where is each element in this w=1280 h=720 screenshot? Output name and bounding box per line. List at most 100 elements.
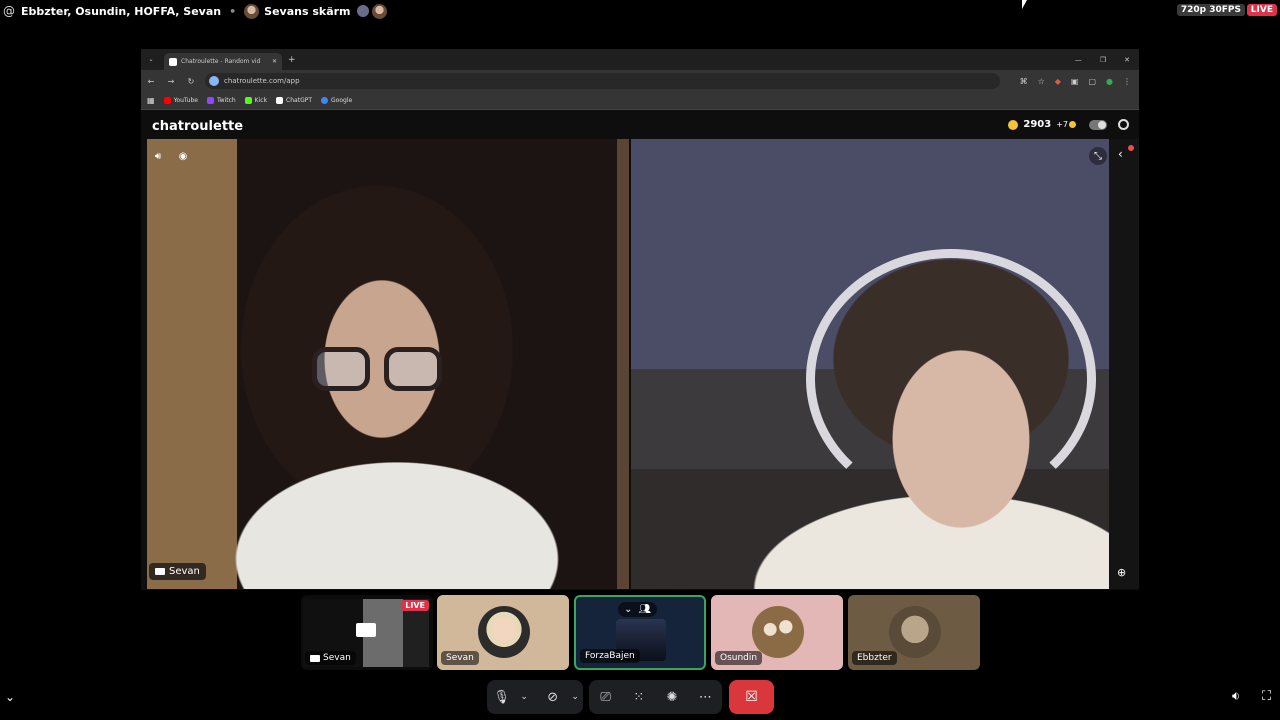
notification-dot: [1128, 145, 1134, 151]
microphone-icon[interactable]: 🎙︎: [487, 682, 516, 712]
tile-label: Osundin: [715, 651, 763, 665]
monitor-icon: [356, 623, 376, 637]
video-person-headphones: [806, 249, 1096, 509]
more-options-icon[interactable]: ⋯: [690, 682, 720, 712]
browser-tab[interactable]: Chatroulette - Random vid ✕: [164, 53, 282, 70]
emoji-icon: [356, 5, 369, 17]
leave-call-button[interactable]: ☒: [729, 680, 774, 714]
extension-icon[interactable]: ▣: [1071, 77, 1079, 86]
call-header: @ Ebbzter, Osundin, HOFFA, Sevan • Sevan…: [0, 0, 1280, 22]
window-controls: — ❐ ✕: [1075, 56, 1130, 64]
participant-tile-forzabajen[interactable]: ⌄ 👥︎ ForzaBajen: [574, 595, 706, 670]
header-emoji-icons: [356, 3, 387, 19]
avatar: [889, 606, 941, 658]
soundboard-icon[interactable]: ✺: [657, 682, 687, 712]
chevron-left-icon[interactable]: ‹: [1118, 147, 1123, 161]
chevron-down-icon[interactable]: ⌄: [624, 604, 632, 615]
stranger-video: ⤡ ⌕: [631, 139, 1109, 589]
at-icon: @: [3, 4, 15, 18]
new-tab-button[interactable]: +: [288, 55, 296, 65]
live-badge: LIVE: [1246, 4, 1277, 16]
participant-tile-sevan[interactable]: Sevan: [437, 595, 569, 670]
separator: •: [229, 4, 237, 18]
account-icon[interactable]: [1118, 119, 1129, 130]
url-text: chatroulette.com/app: [224, 77, 300, 85]
participant-tile-sevan-screen[interactable]: LIVE Sevan: [301, 595, 433, 670]
participant-names: Ebbzter, Osundin, HOFFA, Sevan: [21, 4, 222, 18]
call-controls: 🎙︎ ⌄ ⊘ ⌄ ⎚ ⁙ ✺ ⋯ ☒: [0, 680, 1280, 714]
bookmark-star-icon[interactable]: ☆: [1038, 77, 1045, 86]
menu-kebab-icon[interactable]: ⋮: [1123, 77, 1131, 86]
back-icon[interactable]: ←: [141, 77, 161, 86]
forward-icon[interactable]: →: [161, 77, 181, 86]
profile-icon[interactable]: ●: [1106, 77, 1113, 86]
twitch-icon: [206, 97, 214, 104]
reload-icon[interactable]: ↻: [181, 77, 201, 86]
bookmarks-bar: ▦ YouTube Twitch Kick ChatGPT Google: [141, 92, 1139, 110]
tile-label: Sevan: [305, 651, 356, 665]
address-bar-row: ← → ↻ chatroulette.com/app ⌘ ☆ ◆ ▣ ▢ ● ⋮: [141, 70, 1139, 92]
volume-icon[interactable]: 🔉︎: [1232, 689, 1240, 704]
mic-camera-group: 🎙︎ ⌄ ⊘ ⌄: [487, 680, 583, 714]
tab-search-icon[interactable]: ⌄: [144, 56, 158, 63]
minimize-icon[interactable]: —: [1075, 56, 1082, 64]
video-person-glasses: [312, 347, 452, 392]
maximize-icon[interactable]: ❐: [1100, 56, 1106, 64]
participant-tile-osundin[interactable]: Osundin: [711, 595, 843, 670]
bookmark-youtube[interactable]: YouTube: [163, 97, 198, 104]
camera-switch-icon[interactable]: ◉: [174, 147, 192, 165]
zoom-in-icon[interactable]: ⊕: [1117, 566, 1126, 579]
viewer-avatar: [371, 3, 387, 19]
coin-count: 2903: [1023, 119, 1052, 130]
url-field[interactable]: chatroulette.com/app: [205, 73, 1000, 89]
coin-bonus: +7: [1056, 120, 1068, 129]
participant-tile-ebbzter[interactable]: Ebbzter: [848, 595, 980, 670]
toolbar-icons: ⌘ ☆ ◆ ▣ ▢ ● ⋮: [1020, 77, 1131, 86]
coin-icon: [1008, 119, 1019, 130]
filter-toggle[interactable]: [1089, 119, 1107, 130]
bonus-coin-icon: [1069, 121, 1076, 128]
youtube-icon: [163, 97, 171, 104]
tile-label: Sevan: [441, 651, 479, 665]
bookmark-twitch[interactable]: Twitch: [206, 97, 236, 104]
tab-title: Chatroulette - Random vid: [181, 58, 261, 65]
volume-icon[interactable]: 🔊︎: [149, 147, 167, 165]
activities-icon[interactable]: ⁙: [624, 682, 654, 712]
tile-overlay-controls: ⌄ 👥︎: [618, 602, 658, 617]
close-window-icon[interactable]: ✕: [1124, 56, 1130, 64]
shared-screen: ⌄ Chatroulette - Random vid ✕ + — ❐ ✕ ← …: [141, 49, 1139, 590]
avatar: [752, 606, 804, 658]
chatroulette-logo[interactable]: chatroulette: [152, 119, 243, 134]
kick-icon: [244, 97, 252, 104]
chatroulette-page: chatroulette 2903 +7 🔊︎ ◉ Sevan ⤡ ⌕ ‹: [141, 110, 1139, 590]
mic-options-chevron-icon[interactable]: ⌄: [516, 682, 532, 712]
tile-label: ForzaBajen: [580, 649, 640, 663]
tab-close-icon[interactable]: ✕: [272, 58, 277, 65]
google-icon: [321, 97, 329, 104]
screen-share-icon[interactable]: ⎚: [591, 682, 621, 712]
screen-share-icon: [310, 654, 320, 662]
live-badge: LIVE: [401, 600, 429, 611]
activity-group: ⎚ ⁙ ✺ ⋯: [589, 680, 722, 714]
stream-quality-badge: 720p 30FPS: [1176, 4, 1245, 16]
browser-tab-bar: ⌄ Chatroulette - Random vid ✕ + — ❐ ✕: [141, 49, 1139, 70]
apps-grid-icon[interactable]: ▦: [147, 96, 155, 105]
bookmark-chatgpt[interactable]: ChatGPT: [276, 97, 312, 104]
fullscreen-icon[interactable]: ⛶: [1262, 689, 1271, 704]
camera-options-chevron-icon[interactable]: ⌄: [567, 682, 583, 712]
avatar: [478, 606, 530, 658]
screen-share-label: Sevans skärm: [264, 4, 351, 18]
video-name-tag: Sevan: [149, 563, 206, 580]
bookmark-google[interactable]: Google: [321, 97, 352, 104]
minimize-video-icon[interactable]: ⤡: [1089, 147, 1107, 165]
site-info-icon[interactable]: [209, 76, 219, 86]
translate-icon[interactable]: ⌘: [1020, 77, 1028, 86]
people-icon[interactable]: 👥︎: [638, 604, 651, 615]
chatgpt-icon: [276, 97, 284, 104]
chatroulette-favicon-icon: [169, 57, 177, 66]
extensions-puzzle-icon[interactable]: ▢: [1088, 77, 1096, 86]
streamer-avatar: [244, 3, 260, 19]
extension-icon[interactable]: ◆: [1055, 77, 1061, 86]
camera-off-icon[interactable]: ⊘: [538, 682, 567, 712]
bookmark-kick[interactable]: Kick: [244, 97, 267, 104]
